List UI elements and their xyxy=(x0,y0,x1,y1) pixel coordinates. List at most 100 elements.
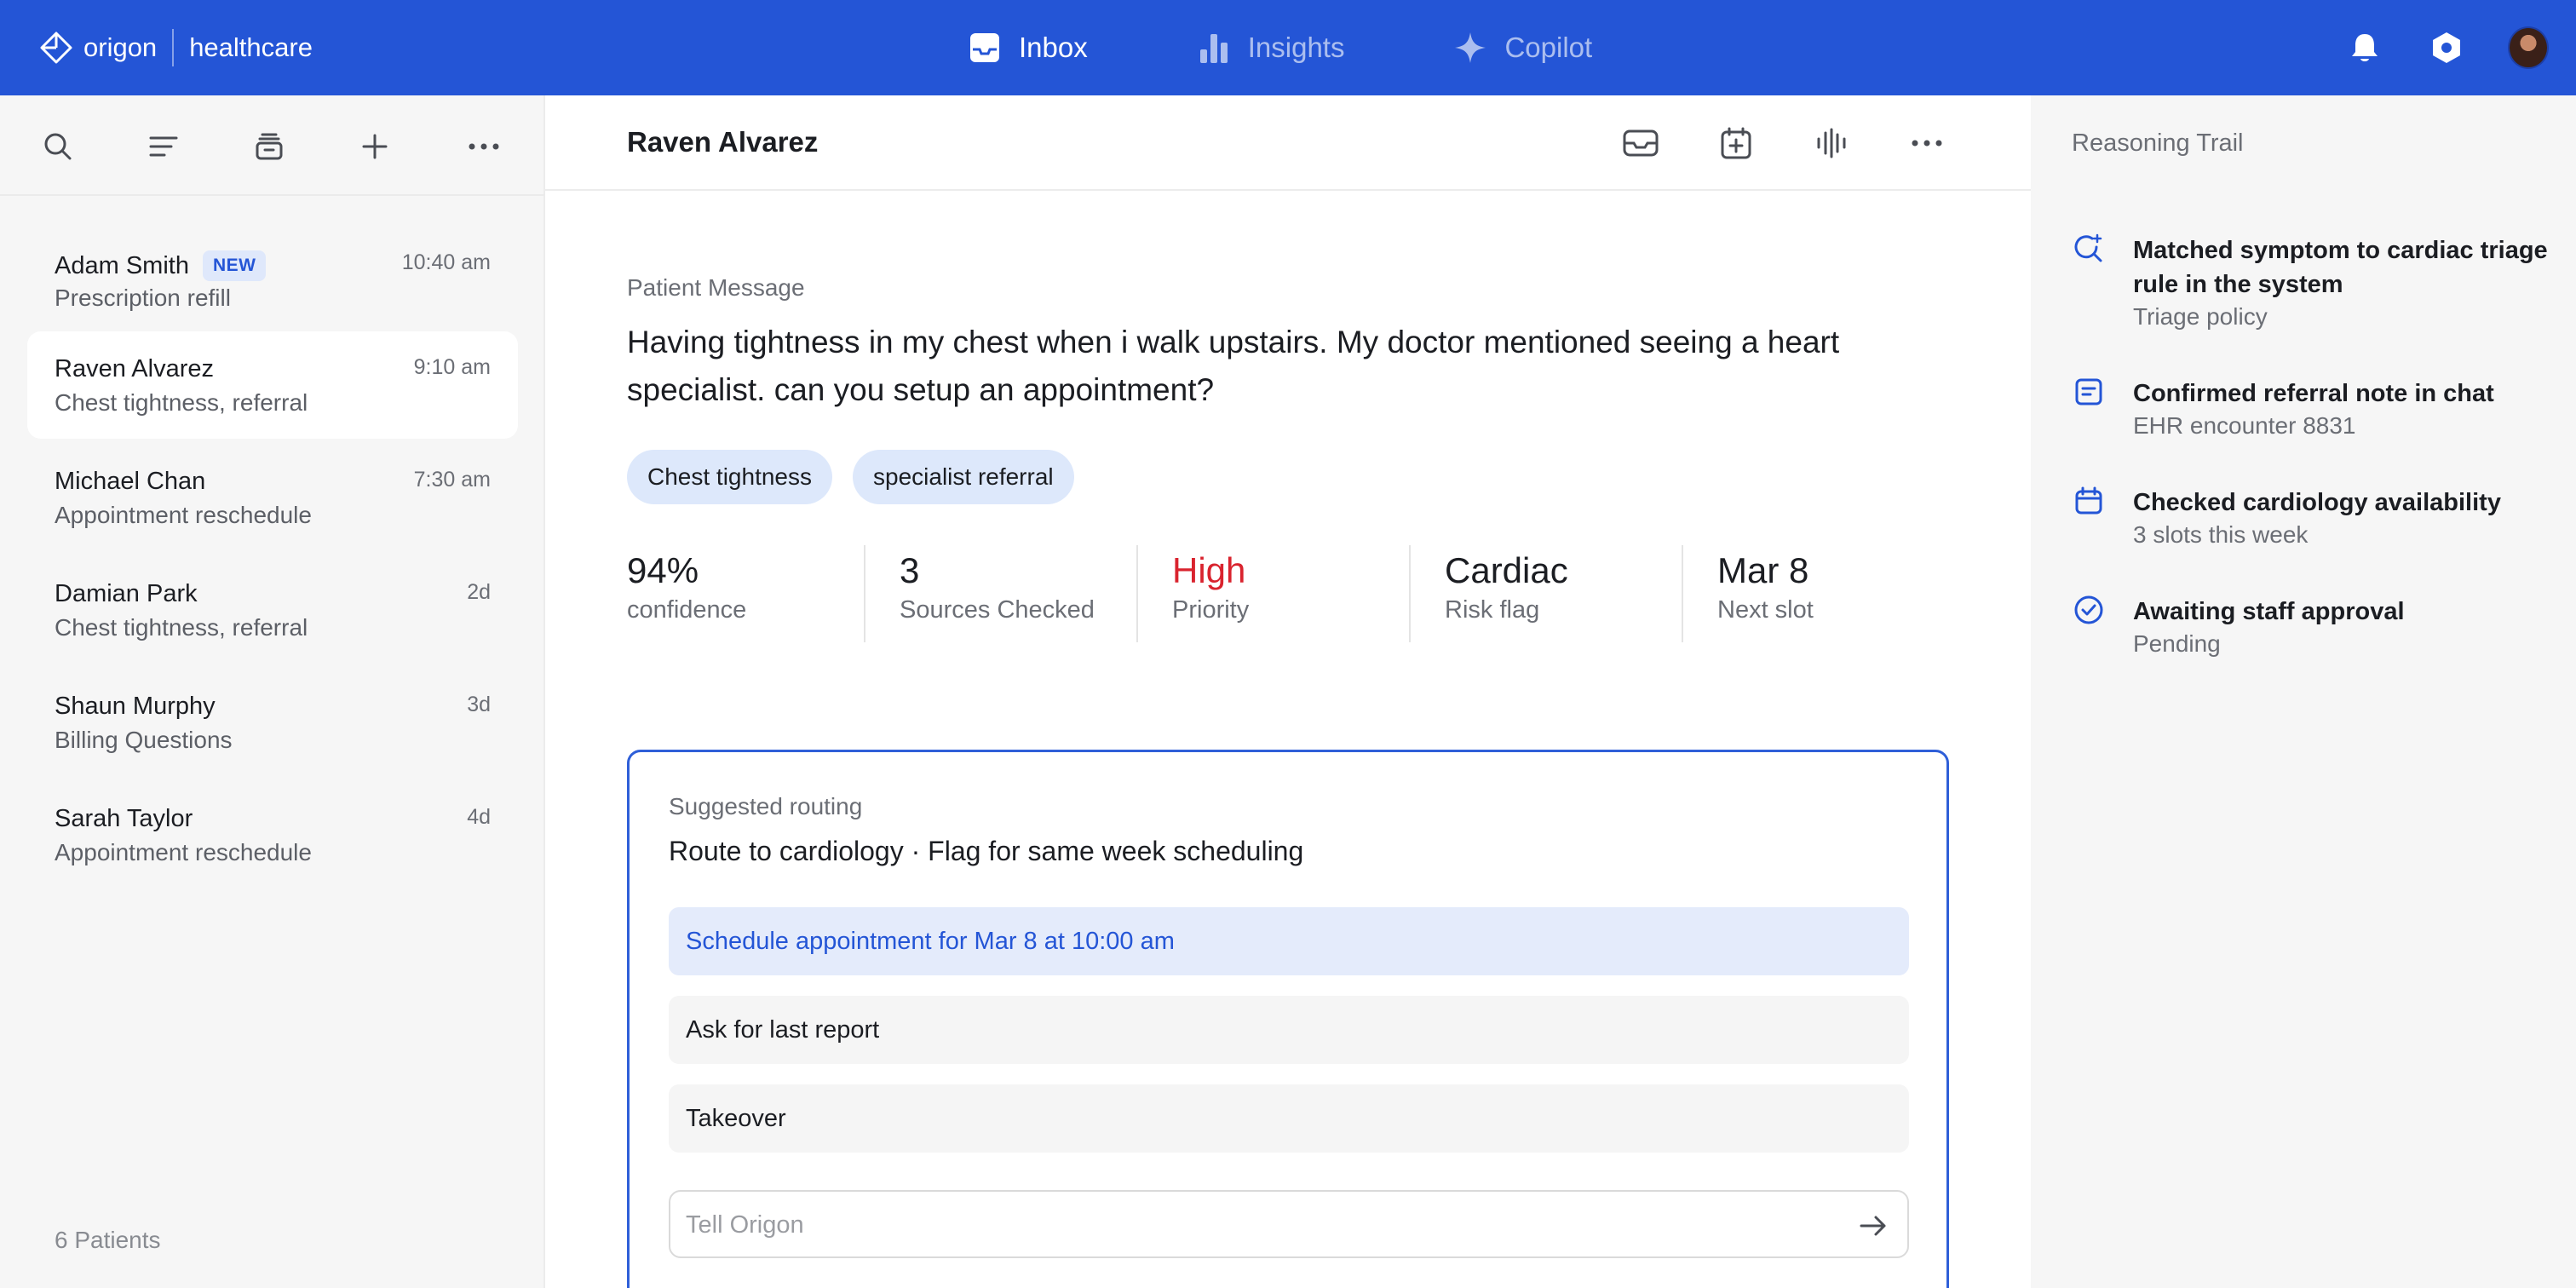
conversation-subject: Billing Questions xyxy=(55,727,233,753)
add-conversation-button[interactable] xyxy=(356,128,394,165)
stat-divider xyxy=(1682,545,1683,642)
routing-title: Route to cardiology · Flag for same week… xyxy=(669,836,1304,866)
tell-origon-input[interactable] xyxy=(686,1202,1844,1248)
notifications-button[interactable] xyxy=(2344,27,2385,68)
conversation-subject: Appointment reschedule xyxy=(55,502,312,528)
conversation-name: Adam Smith xyxy=(55,251,189,279)
reasoning-step-subtitle: 3 slots this week xyxy=(2133,521,2309,548)
reasoning-step-title: Confirmed referral note in chat xyxy=(2133,380,2494,407)
stat-value-priority: High xyxy=(1172,550,1246,590)
schedule-button[interactable] xyxy=(1716,123,1757,164)
filter-icon xyxy=(149,136,178,157)
settings-button[interactable] xyxy=(2426,27,2467,68)
sidebar-toolbar xyxy=(0,95,545,196)
conversation-detail: Raven Alvarez Patient Message Having tig… xyxy=(545,95,2031,1288)
reasoning-step-title: Matched symptom to cardiac triage rule i… xyxy=(2133,237,2548,298)
inbox-icon xyxy=(970,33,999,62)
detail-more-button[interactable] xyxy=(1906,123,1947,164)
conversation-name: Damian Park xyxy=(55,580,198,607)
conversation-name: Michael Chan xyxy=(55,468,206,495)
stat-label: confidence xyxy=(627,596,747,624)
patient-message-label: Patient Message xyxy=(627,274,805,301)
reasoning-step-subtitle: Pending xyxy=(2133,630,2221,657)
conversation-subject: Prescription refill xyxy=(55,285,231,311)
brand[interactable]: origon healthcare xyxy=(39,29,313,66)
reasoning-step: Matched symptom to cardiac triage rule i… xyxy=(2072,232,2557,334)
avatar xyxy=(2508,26,2549,69)
tag-chip[interactable]: Chest tightness xyxy=(627,450,832,504)
stat-divider xyxy=(1409,545,1411,642)
conversation-name: Sarah Taylor xyxy=(55,805,193,832)
archive-icon xyxy=(256,133,283,160)
conversation-subject: Chest tightness, referral xyxy=(55,389,308,416)
mail-icon xyxy=(1623,129,1659,157)
nav-inbox[interactable]: Inbox xyxy=(968,31,1088,65)
stat-risk-flag: Cardiac Risk flag xyxy=(1445,545,1717,647)
sparkle-icon xyxy=(1455,32,1486,63)
tell-origon-field xyxy=(669,1190,1909,1258)
top-actions xyxy=(2303,24,2549,72)
calendar-icon xyxy=(2072,484,2106,518)
arrow-right-icon xyxy=(1860,1216,1886,1236)
reasoning-step: Awaiting staff approval Pending xyxy=(2072,593,2557,661)
stat-label: Next slot xyxy=(1717,596,1814,624)
conversation-item[interactable]: Sarah Taylor Appointment reschedule 4d xyxy=(27,781,518,888)
suggested-routing-card: Suggested routing Route to cardiology · … xyxy=(627,750,1949,1288)
nav-copilot-label: Copilot xyxy=(1504,32,1593,63)
calendar-add-icon xyxy=(1721,127,1751,159)
takeover-option[interactable]: Takeover xyxy=(669,1084,1909,1153)
avatar-button[interactable] xyxy=(2508,26,2549,69)
conversation-time: 3d xyxy=(467,693,491,716)
tag-chip[interactable]: specialist referral xyxy=(853,450,1074,504)
origon-logo-icon xyxy=(40,32,72,64)
stat-divider xyxy=(1136,545,1138,642)
conversation-name: Raven Alvarez xyxy=(55,355,214,382)
stat-divider xyxy=(864,545,865,642)
filter-button[interactable] xyxy=(145,128,182,165)
stat-label: Priority xyxy=(1172,596,1250,624)
reasoning-step-title: Awaiting staff approval xyxy=(2133,598,2405,625)
sidebar-more-button[interactable] xyxy=(465,128,503,165)
conversation-subject: Chest tightness, referral xyxy=(55,614,308,641)
patient-count: 6 Patients xyxy=(55,1227,161,1253)
conversation-subject: Appointment reschedule xyxy=(55,839,312,865)
nav-copilot[interactable]: Copilot xyxy=(1453,31,1592,65)
stat-value: 3 xyxy=(900,550,920,590)
stat-next-slot: Mar 8 Next slot xyxy=(1717,545,1990,647)
patient-message: Having tightness in my chest when i walk… xyxy=(627,325,1840,407)
patient-name-title: Raven Alvarez xyxy=(627,126,819,158)
reasoning-step: Confirmed referral note in chat EHR enco… xyxy=(2072,375,2557,443)
conversation-item[interactable]: Shaun Murphy Billing Questions 3d xyxy=(27,669,518,776)
nav-insights[interactable]: Insights xyxy=(1197,31,1345,65)
conversation-time: 9:10 am xyxy=(413,355,491,379)
check-circle-icon xyxy=(2072,593,2106,627)
stat-confidence: 94% confidence xyxy=(627,545,900,647)
brand-name: origon xyxy=(83,32,158,62)
ask-last-report-option[interactable]: Ask for last report xyxy=(669,996,1909,1064)
search-button[interactable] xyxy=(39,128,77,165)
more-icon xyxy=(1912,140,1942,147)
conversation-item[interactable]: Damian Park Chest tightness, referral 2d xyxy=(27,556,518,664)
conversation-item[interactable]: Adam Smith NEW Prescription refill 10:40… xyxy=(27,227,518,334)
reasoning-title: Reasoning Trail xyxy=(2072,129,2244,157)
stat-sources: 3 Sources Checked xyxy=(900,545,1172,647)
mail-button[interactable] xyxy=(1620,123,1661,164)
brand-product: healthcare xyxy=(189,32,313,62)
search-icon xyxy=(44,133,72,160)
conversation-time: 2d xyxy=(467,580,491,604)
conversation-item-selected[interactable]: Raven Alvarez Chest tightness, referral … xyxy=(27,331,518,439)
new-badge: NEW xyxy=(202,250,267,281)
stat-priority: High Priority xyxy=(1172,545,1445,647)
conversation-item[interactable]: Michael Chan Appointment reschedule 7:30… xyxy=(27,444,518,551)
schedule-appointment-option[interactable]: Schedule appointment for Mar 8 at 10:00 … xyxy=(669,907,1909,975)
archive-button[interactable] xyxy=(250,128,288,165)
conversation-time: 4d xyxy=(467,805,491,829)
reasoning-step: Checked cardiology availability 3 slots … xyxy=(2072,484,2557,552)
bell-icon xyxy=(2352,34,2378,61)
search-sparkle-icon xyxy=(2072,232,2106,266)
nav-insights-label: Insights xyxy=(1247,32,1345,63)
voice-button[interactable] xyxy=(1811,123,1852,164)
send-button[interactable] xyxy=(1854,1207,1892,1245)
stat-label: Risk flag xyxy=(1445,596,1540,624)
main-nav: Inbox Insights Copilot xyxy=(968,24,1701,72)
